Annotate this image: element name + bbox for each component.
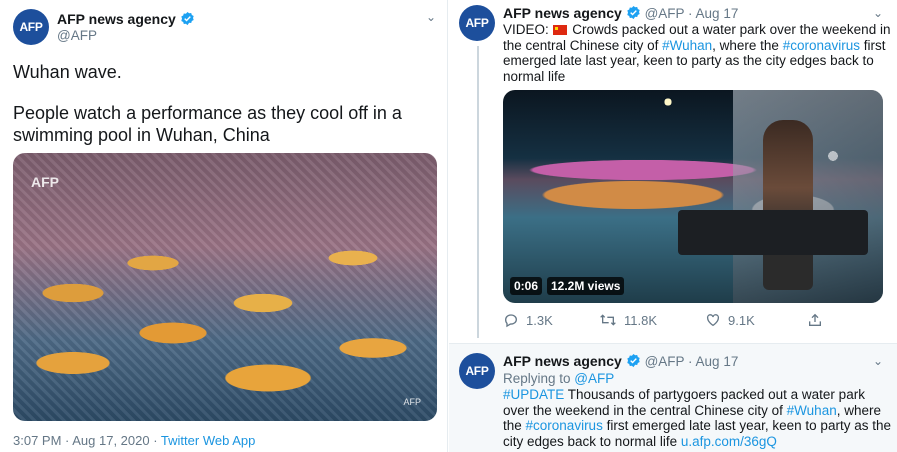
author-name[interactable]: AFP news agency — [57, 11, 195, 27]
hashtag-link[interactable]: #coronavirus — [526, 418, 603, 433]
retweet-count: 11.8K — [624, 312, 658, 328]
reply-count: 1.3K — [526, 312, 553, 328]
tweet-header: AFP news agency @AFP · Aug 17 — [503, 5, 738, 21]
replying-to-label: Replying to — [503, 371, 575, 386]
tweet-text-line2: People watch a performance as they cool … — [13, 103, 402, 145]
tweet-text-line1: Wuhan wave. — [13, 62, 122, 82]
verified-icon — [627, 5, 640, 20]
hashtag-link[interactable]: #coronavirus — [783, 38, 860, 53]
china-flag-icon — [552, 25, 567, 35]
tweet-meta: 3:07 PM · Aug 17, 2020 · Twitter Web App — [13, 433, 255, 448]
video-views: 12.2M views — [547, 277, 625, 295]
video-player[interactable]: 0:06 12.2M views — [503, 90, 883, 303]
author-handle[interactable]: @AFP — [645, 354, 685, 369]
avatar[interactable]: AFP — [459, 353, 495, 389]
like-count: 9.1K — [728, 312, 755, 328]
tweet-timestamp[interactable]: 3:07 PM · Aug 17, 2020 · — [13, 433, 161, 448]
chevron-down-icon[interactable]: ⌄ — [873, 354, 883, 368]
thread-connector-line — [477, 46, 479, 338]
tweet-text-prefix: VIDEO: — [503, 22, 549, 37]
author-handle[interactable]: @AFP — [645, 6, 685, 21]
verified-icon — [627, 353, 640, 368]
share-icon — [809, 313, 821, 326]
reply-tweet[interactable]: AFP AFP news agency @AFP · Aug 17 ⌄ Repl… — [449, 343, 897, 452]
verified-icon — [181, 11, 194, 26]
avatar[interactable]: AFP — [459, 5, 495, 41]
reply-button[interactable]: 1.3K — [503, 312, 553, 328]
hashtag-link[interactable]: #Wuhan — [662, 38, 712, 53]
like-icon — [706, 314, 720, 327]
video-duration: 0:06 — [510, 277, 543, 295]
avatar[interactable]: AFP — [13, 9, 49, 45]
tweet-source-link[interactable]: Twitter Web App — [161, 433, 255, 448]
tweet-text: VIDEO: Crowds packed out a water park ov… — [503, 22, 891, 84]
tweet-header: AFP news agency @AFP · Aug 17 — [503, 353, 738, 369]
video-performer — [763, 120, 813, 290]
thread-panel: AFP AFP news agency @AFP · Aug 17 ⌄ VIDE… — [449, 0, 897, 452]
retweet-button[interactable]: 11.8K — [599, 312, 657, 328]
short-url-link[interactable]: u.afp.com/36gQ — [681, 434, 777, 449]
retweet-icon — [600, 314, 616, 326]
hashtag-link[interactable]: #Wuhan — [787, 403, 837, 418]
like-button[interactable]: 9.1K — [705, 312, 755, 328]
chevron-down-icon[interactable]: ⌄ — [873, 6, 883, 20]
author-handle[interactable]: @AFP — [57, 28, 97, 43]
photo-watermark: AFP — [31, 174, 59, 190]
video-dj-deck — [678, 210, 868, 255]
replying-to: Replying to @AFP — [503, 371, 614, 386]
author-name[interactable]: AFP news agency — [503, 5, 622, 21]
photo-credit: AFP — [403, 397, 421, 407]
thread-tweet[interactable]: AFP AFP news agency @AFP · Aug 17 ⌄ VIDE… — [449, 0, 897, 342]
author-name-text[interactable]: AFP news agency — [57, 11, 176, 27]
hashtag-link[interactable]: #UPDATE — [503, 387, 564, 402]
main-tweet: AFP AFP news agency @AFP ⌄ Wuhan wave. P… — [0, 0, 448, 452]
author-name[interactable]: AFP news agency — [503, 353, 622, 369]
tweet-photo[interactable]: AFP AFP — [13, 153, 437, 421]
replying-to-link[interactable]: @AFP — [574, 371, 614, 386]
tweet-date[interactable]: · Aug 17 — [688, 6, 738, 21]
chevron-down-icon[interactable]: ⌄ — [426, 10, 436, 24]
tweet-text: #UPDATE Thousands of partygoers packed o… — [503, 387, 891, 449]
reply-icon — [504, 314, 518, 328]
share-button[interactable] — [807, 312, 823, 328]
tweet-actions: 1.3K 11.8K 9.1K — [503, 312, 883, 328]
tweet-text-part: , where the — [712, 37, 783, 53]
tweet-date[interactable]: · Aug 17 — [688, 354, 738, 369]
